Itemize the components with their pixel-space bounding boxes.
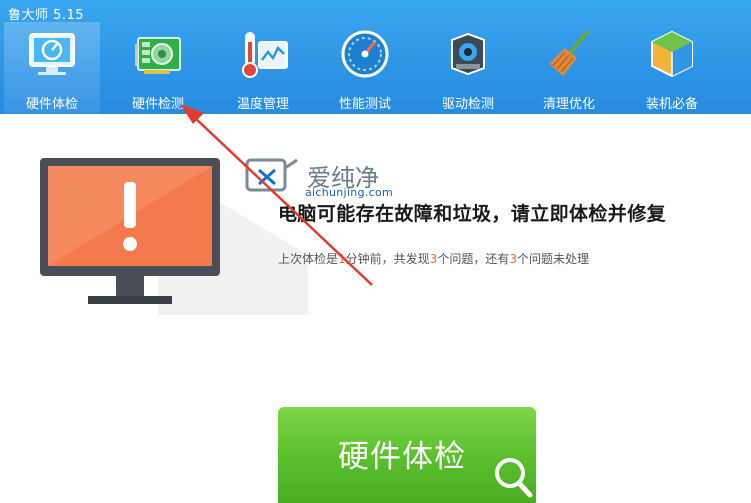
nav-label: 硬件检测 <box>131 97 184 112</box>
nav-label: 驱动检测 <box>441 97 494 112</box>
hardware-checkup-button[interactable]: 硬件体检 <box>278 407 536 503</box>
warning-monitor-illustration <box>40 158 220 304</box>
button-label: 硬件体检 <box>338 439 466 475</box>
app-title: 鲁大师 5.15 <box>8 8 85 23</box>
nav-hardware-checkup[interactable]: 硬件体检 <box>4 22 100 114</box>
detail-text: 个问题，还有 <box>437 252 510 266</box>
nav-label: 清理优化 <box>542 97 595 112</box>
nav-performance[interactable]: 性能测试 <box>317 22 413 114</box>
nav-label: 硬件体检 <box>25 97 78 112</box>
broom-icon <box>549 30 589 76</box>
detail-text: 个问题未处理 <box>516 252 589 266</box>
status-detail: 上次体检是1分钟前，共发现3个问题，还有3个问题未处理 <box>278 250 589 267</box>
nav-essentials[interactable]: 装机必备 <box>624 22 720 114</box>
nav-label: 性能测试 <box>338 97 391 112</box>
nav-label: 装机必备 <box>645 97 698 112</box>
gear-box-icon <box>451 32 485 76</box>
nav-label: 温度管理 <box>236 97 289 112</box>
watermark-url: aichunjing.com <box>305 186 394 199</box>
issues-pending-count: 3 <box>509 252 517 266</box>
detail-text: 分钟前，共发现 <box>345 252 430 266</box>
package-box-icon <box>651 30 693 78</box>
thermometer-icon <box>242 32 288 78</box>
nav-hardware-detect[interactable]: 硬件检测 <box>110 22 206 114</box>
monitor-check-icon <box>29 33 75 75</box>
speedometer-icon <box>341 30 389 78</box>
nav-clean[interactable]: 清理优化 <box>521 22 617 114</box>
magnifier-icon <box>495 458 533 498</box>
minutes-count: 1 <box>338 252 346 266</box>
nav-temperature[interactable]: 温度管理 <box>215 22 311 114</box>
watermark-logo-icon <box>245 158 298 192</box>
circuit-board-icon <box>135 37 181 74</box>
detail-text: 上次体检是 <box>278 252 339 266</box>
nav-driver[interactable]: 驱动检测 <box>420 22 516 114</box>
status-headline: 电脑可能存在故障和垃圾，请立即体检并修复 <box>278 203 667 225</box>
main-nav: 硬件体检 硬件检测 温度管理 性能测试 驱动检测 清理优化 装机必备 <box>0 22 751 114</box>
top-toolbar: 鲁大师 5.15 硬件体检 硬件检测 温度管理 性能测试 驱动检测 清理优化 装… <box>0 0 751 114</box>
